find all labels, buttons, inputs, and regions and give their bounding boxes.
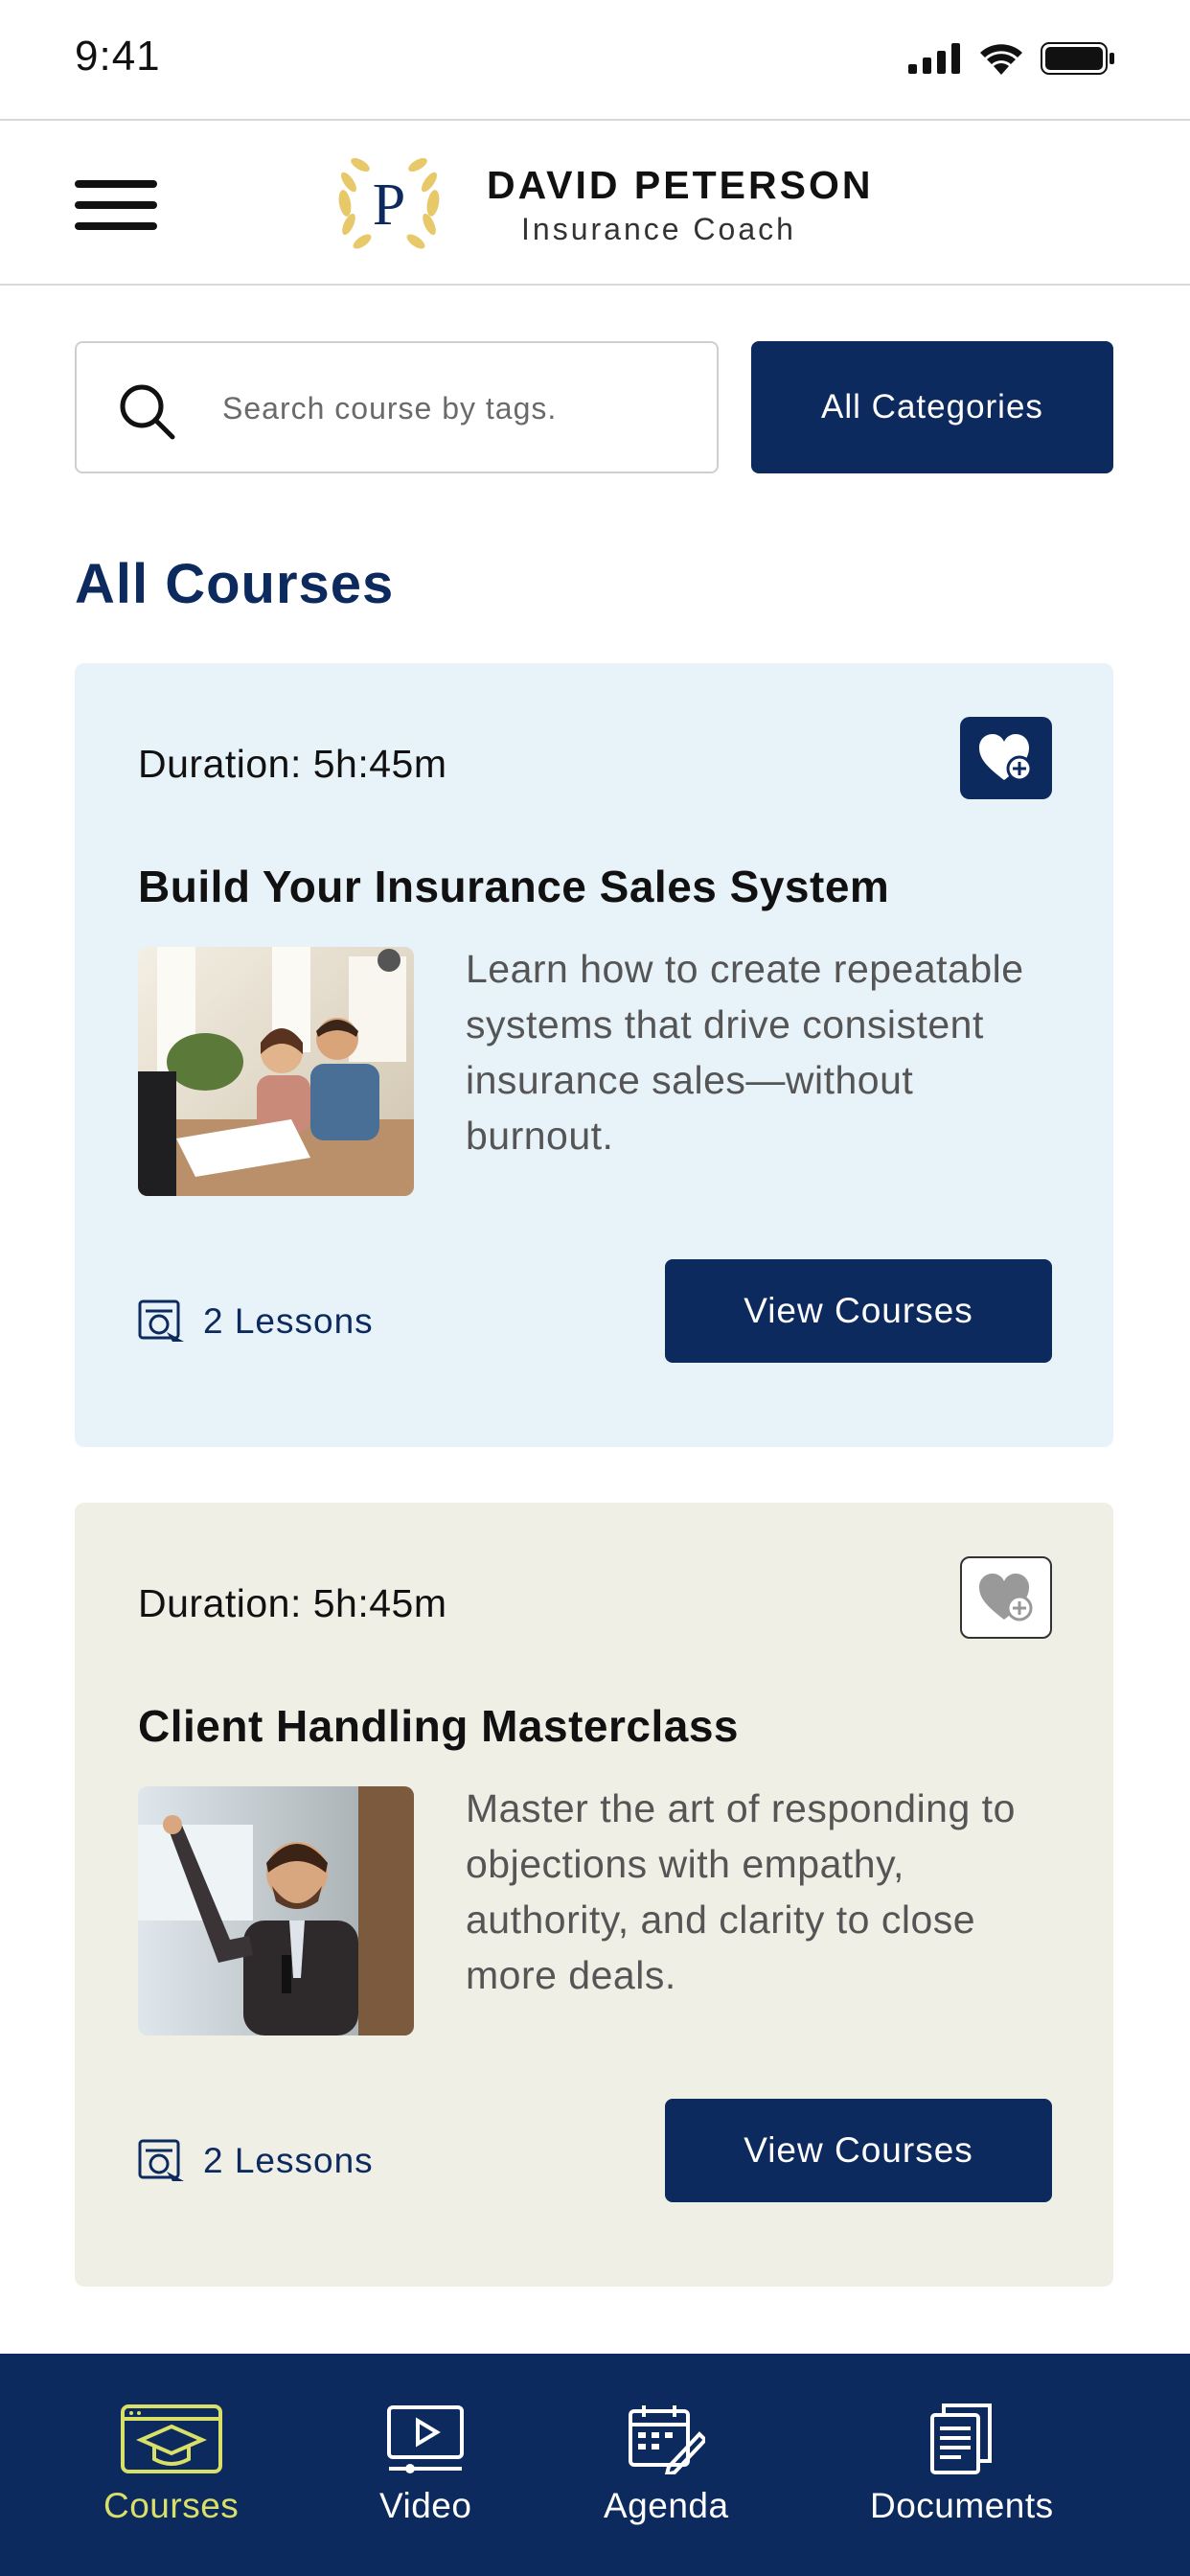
app-header: P DAVID PETERSON Insurance Coach: [0, 119, 1190, 286]
nav-label-documents: Documents: [870, 2486, 1054, 2525]
nav-label-video: Video: [379, 2486, 472, 2525]
nav-item-documents[interactable]: Documents: [870, 2404, 1054, 2526]
brand-subtitle: Insurance Coach: [521, 212, 796, 246]
lessons-label: 2 Lessons: [203, 2141, 374, 2180]
search-box[interactable]: [75, 341, 719, 473]
lessons-icon: [138, 2139, 184, 2181]
lessons-label: 2 Lessons: [203, 1301, 374, 1341]
lessons-icon: [138, 1300, 184, 1342]
favorite-button[interactable]: [960, 1556, 1052, 1639]
search-icon: [120, 384, 175, 440]
course-title: Build Your Insurance Sales System: [138, 862, 890, 911]
course-title: Client Handling Masterclass: [138, 1701, 739, 1751]
status-icons: [908, 42, 1115, 75]
brand-name: DAVID PETERSON: [487, 163, 874, 207]
nav-label-courses: Courses: [103, 2486, 240, 2525]
all-categories-button[interactable]: All Categories: [751, 341, 1113, 473]
status-bar: 9:41: [0, 0, 1190, 119]
battery-icon: [1041, 42, 1114, 75]
nav-item-courses[interactable]: Courses: [103, 2404, 239, 2526]
brand: DAVID PETERSON Insurance Coach: [487, 163, 873, 247]
nav-item-agenda[interactable]: Agenda: [604, 2404, 729, 2526]
course-description: Master the art of responding to objectio…: [466, 1786, 1016, 1997]
favorite-button[interactable]: [960, 717, 1052, 799]
heart-plus-icon: [979, 734, 1033, 782]
bottom-navigation: Courses Video Agenda Documents: [0, 2354, 1190, 2576]
view-courses-button[interactable]: View Courses: [665, 1259, 1052, 1363]
section-title: All Courses: [75, 553, 395, 615]
calendar-icon: [629, 2405, 706, 2474]
view-courses-button[interactable]: View Courses: [665, 2099, 1052, 2202]
course-description: Learn how to create repeatable systems t…: [466, 947, 1024, 1158]
lessons-count: 2 Lessons: [138, 1300, 374, 1344]
graduation-cap-icon: [120, 2404, 222, 2473]
wifi-icon: [980, 44, 1022, 75]
status-time: 9:41: [75, 33, 161, 80]
hamburger-menu-icon[interactable]: [75, 180, 157, 234]
lessons-count: 2 Lessons: [138, 2139, 374, 2183]
course-card: Duration: 5h:45m Client Handling Masterc…: [75, 1503, 1113, 2287]
course-card: Duration: 5h:45m Build Your Insurance Sa…: [75, 663, 1113, 1447]
course-thumbnail-image: [138, 947, 414, 1196]
nav-item-video[interactable]: Video: [379, 2404, 471, 2526]
logo-icon: P: [338, 158, 440, 249]
course-duration: Duration: 5h:45m: [138, 742, 447, 786]
video-play-icon: [387, 2405, 465, 2473]
cellular-signal-icon: [908, 43, 960, 74]
nav-label-agenda: Agenda: [604, 2486, 729, 2525]
logo-letter: P: [373, 172, 405, 238]
course-thumbnail-image: [138, 1786, 414, 2036]
heart-plus-icon: [979, 1574, 1033, 1622]
search-input[interactable]: [222, 381, 701, 435]
documents-icon: [929, 2404, 992, 2474]
course-duration: Duration: 5h:45m: [138, 1581, 447, 1625]
